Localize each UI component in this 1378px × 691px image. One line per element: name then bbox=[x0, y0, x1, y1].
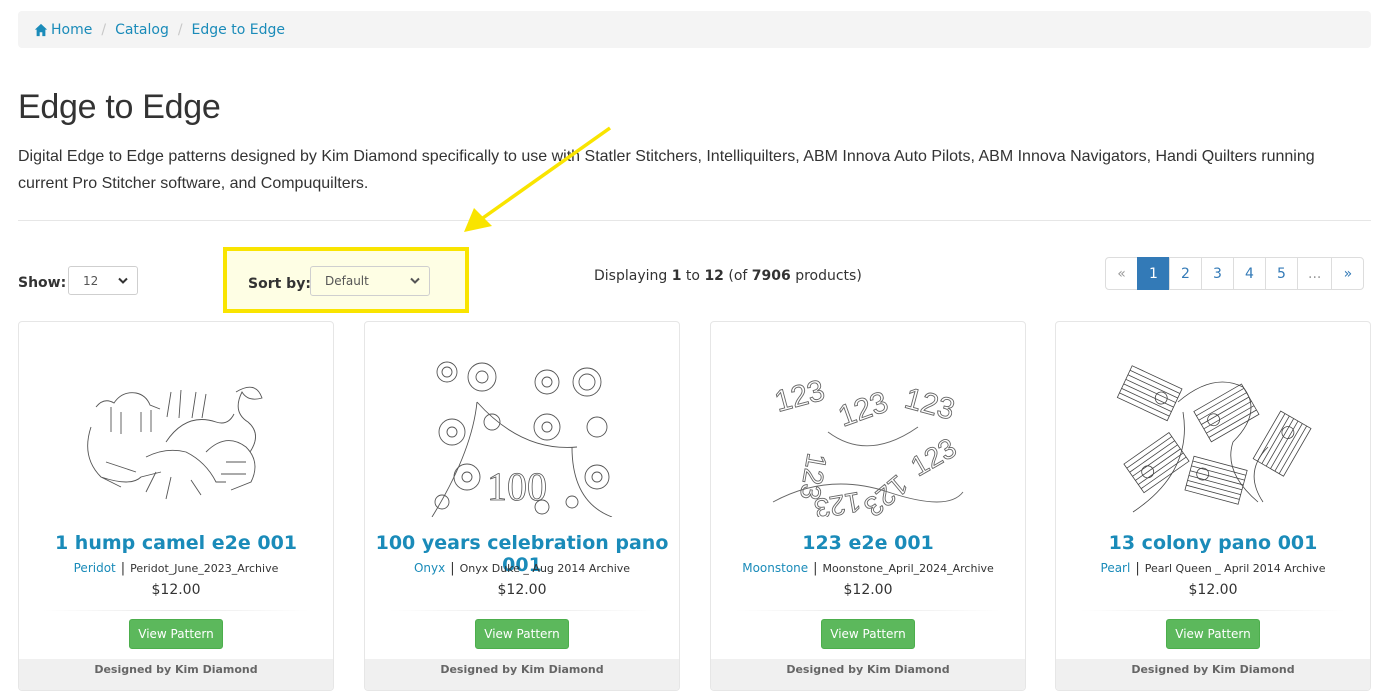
product-price: $12.00 bbox=[843, 582, 893, 598]
product-price: $12.00 bbox=[1188, 582, 1238, 598]
product-meta: Peridot | Peridot_June_2023_Archive bbox=[19, 561, 333, 576]
archive-name: Pearl Queen _ April 2014 Archive bbox=[1144, 562, 1326, 575]
view-pattern-button[interactable]: View Pattern bbox=[129, 619, 223, 649]
show-select-value: 12 bbox=[83, 273, 99, 288]
meta-separator: | bbox=[450, 561, 455, 576]
product-meta: Onyx | Onyx Duke _ Aug 2014 Archive bbox=[365, 561, 679, 576]
meta-separator: | bbox=[813, 561, 818, 576]
breadcrumb-home[interactable]: Home bbox=[34, 22, 92, 38]
breadcrumb-edge-to-edge[interactable]: Edge to Edge bbox=[192, 22, 285, 38]
show-label: Show: bbox=[18, 275, 67, 291]
svg-text:123: 123 bbox=[771, 374, 828, 419]
display-suffix: products) bbox=[790, 268, 862, 284]
divider bbox=[18, 220, 1371, 221]
archive-name: Peridot_June_2023_Archive bbox=[130, 562, 279, 575]
card-divider bbox=[43, 610, 309, 611]
svg-text:100: 100 bbox=[487, 464, 547, 509]
display-total: 7906 bbox=[751, 268, 791, 284]
card-divider bbox=[389, 610, 655, 611]
archive-name: Moonstone_April_2024_Archive bbox=[822, 562, 994, 575]
view-pattern-button[interactable]: View Pattern bbox=[821, 619, 915, 649]
page-description: Digital Edge to Edge patterns designed b… bbox=[18, 148, 1315, 192]
svg-text:123: 123 bbox=[834, 385, 892, 433]
product-title[interactable]: 123 e2e 001 bbox=[711, 532, 1025, 554]
pagination-page-4[interactable]: 4 bbox=[1233, 257, 1266, 290]
display-of: (of bbox=[723, 268, 752, 284]
sort-select[interactable]: Default bbox=[310, 266, 430, 296]
breadcrumb-separator: / bbox=[101, 21, 107, 38]
product-title[interactable]: 13 colony pano 001 bbox=[1056, 532, 1370, 554]
collection-link[interactable]: Moonstone bbox=[742, 561, 808, 575]
card-divider bbox=[735, 610, 1001, 611]
pagination-ellipsis[interactable]: ... bbox=[1297, 257, 1333, 290]
breadcrumb: Home / Catalog / Edge to Edge bbox=[18, 11, 1371, 48]
product-card: 100 100 years celebration pano 001 Onyx |… bbox=[364, 321, 680, 691]
home-icon bbox=[34, 23, 48, 36]
card-divider bbox=[1080, 610, 1346, 611]
page-title: Edge to Edge bbox=[18, 88, 221, 126]
svg-text:123: 123 bbox=[901, 382, 958, 427]
designer-footer: Designed by Kim Diamond bbox=[19, 659, 333, 690]
product-card: 13 colony pano 001 Pearl | Pearl Queen _ A… bbox=[1055, 321, 1371, 691]
show-select[interactable]: 12 bbox=[68, 266, 138, 295]
breadcrumb-home-label: Home bbox=[51, 21, 93, 38]
product-price: $12.00 bbox=[151, 582, 201, 598]
collection-link[interactable]: Pearl bbox=[1101, 561, 1131, 575]
pagination: « 1 2 3 4 5 ... » bbox=[1105, 257, 1365, 290]
view-pattern-button[interactable]: View Pattern bbox=[475, 619, 569, 649]
display-count: Displaying 1 to 12 (of 7906 products) bbox=[594, 268, 862, 284]
numbers-123-pattern-image[interactable]: 123 123 123 123 123 123 123 bbox=[768, 352, 968, 517]
view-pattern-button[interactable]: View Pattern bbox=[1166, 619, 1260, 649]
camel-pattern-image[interactable] bbox=[76, 352, 276, 517]
designer-footer: Designed by Kim Diamond bbox=[1056, 659, 1370, 690]
display-to: 12 bbox=[704, 268, 724, 284]
meta-separator: | bbox=[120, 561, 126, 576]
display-from: 1 bbox=[671, 268, 682, 284]
pagination-page-3[interactable]: 3 bbox=[1201, 257, 1234, 290]
chevron-down-icon bbox=[118, 277, 128, 284]
pagination-page-2[interactable]: 2 bbox=[1169, 257, 1202, 290]
designer-footer: Designed by Kim Diamond bbox=[365, 659, 679, 690]
svg-text:123: 123 bbox=[858, 469, 914, 517]
product-card: 1 hump camel e2e 001 Peridot | Peridot_Jun… bbox=[18, 321, 334, 691]
chevron-down-icon bbox=[410, 277, 420, 284]
display-prefix: Displaying bbox=[594, 268, 672, 284]
meta-separator: | bbox=[1135, 561, 1140, 576]
breadcrumb-catalog[interactable]: Catalog bbox=[115, 22, 169, 38]
collection-link[interactable]: Onyx bbox=[414, 561, 445, 575]
pagination-prev[interactable]: « bbox=[1105, 257, 1138, 290]
product-card: 123 123 123 123 123 123 123 123 e2e 001 … bbox=[710, 321, 1026, 691]
pagination-page-5[interactable]: 5 bbox=[1265, 257, 1298, 290]
annotation-arrow-icon bbox=[464, 126, 612, 232]
collection-link[interactable]: Peridot bbox=[74, 561, 116, 575]
product-meta: Moonstone | Moonstone_April_2024_Archive bbox=[711, 561, 1025, 576]
product-price: $12.00 bbox=[497, 582, 547, 598]
pagination-page-1[interactable]: 1 bbox=[1137, 257, 1170, 290]
sort-select-value: Default bbox=[325, 274, 369, 288]
pagination-next[interactable]: » bbox=[1331, 257, 1365, 290]
svg-text:123: 123 bbox=[906, 432, 962, 482]
product-meta: Pearl | Pearl Queen _ April 2014 Archive bbox=[1056, 561, 1370, 576]
colony-flags-pattern-image[interactable] bbox=[1113, 352, 1313, 517]
display-to-word: to bbox=[681, 268, 705, 284]
floral-100-pattern-image[interactable]: 100 bbox=[422, 352, 622, 517]
designer-footer: Designed by Kim Diamond bbox=[711, 659, 1025, 690]
product-title[interactable]: 1 hump camel e2e 001 bbox=[19, 532, 333, 554]
breadcrumb-separator: / bbox=[177, 21, 183, 38]
sort-label: Sort by: bbox=[248, 276, 311, 292]
archive-name: Onyx Duke _ Aug 2014 Archive bbox=[459, 562, 631, 575]
